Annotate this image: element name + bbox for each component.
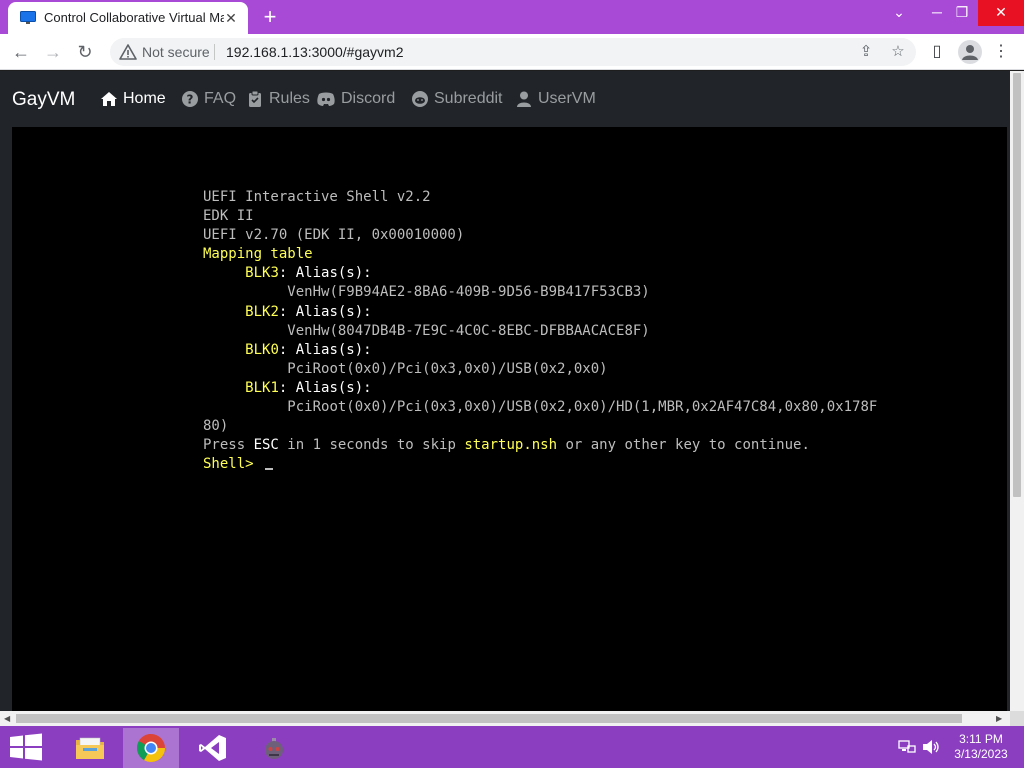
warning-icon[interactable]: [119, 43, 137, 61]
robot-app-icon: [265, 738, 283, 759]
press-text: Press: [203, 437, 254, 454]
clipboard-icon: [249, 90, 261, 107]
omnibox-divider: [214, 44, 215, 60]
nav-uservm-label: UserVM: [538, 90, 596, 107]
share-icon[interactable]: ⇪: [857, 43, 875, 61]
taskbar-file-explorer[interactable]: [62, 728, 118, 768]
mapping-table-heading: Mapping table: [203, 246, 313, 263]
nav-faq-label: FAQ: [204, 90, 237, 107]
browser-tab[interactable]: Control Collaborative Virtual Machine ✕: [8, 2, 248, 34]
horizontal-scroll-thumb[interactable]: [16, 714, 962, 723]
nav-home[interactable]: Home: [100, 90, 166, 108]
terminal-line: UEFI Interactive Shell v2.2: [203, 189, 431, 205]
volume-icon[interactable]: [922, 739, 940, 755]
restore-icon[interactable]: ❐: [945, 0, 979, 26]
question-circle-icon: ?: [182, 91, 198, 107]
device-name: BLK0: [245, 341, 279, 358]
device-path-wrap: 80): [203, 418, 229, 435]
nav-discord-label: Discord: [341, 90, 396, 107]
brand-logo[interactable]: GayVM: [12, 89, 75, 111]
taskbar-chrome[interactable]: [123, 728, 179, 768]
tab-title: Control Collaborative Virtual Machine: [44, 10, 224, 25]
device-name: BLK2: [245, 303, 279, 320]
alias-label: : Alias(s):: [278, 265, 372, 282]
url-text[interactable]: 192.168.1.13:3000/#gayvm2: [226, 44, 403, 60]
nav-rules-label: Rules: [269, 90, 310, 107]
browser-toolbar: ← → ↻ Not secure 192.168.1.13:3000/#gayv…: [0, 34, 1024, 70]
taskbar-app-robot[interactable]: [246, 728, 302, 768]
windows-taskbar: 3:11 PM 3/13/2023: [0, 726, 1024, 768]
side-panel-icon[interactable]: ▯: [926, 41, 948, 63]
nav-faq[interactable]: ? FAQ: [181, 90, 236, 108]
home-icon: [101, 92, 117, 106]
terminal-line: UEFI v2.70 (EDK II, 0x00010000): [203, 227, 465, 244]
browser-tab-strip: Control Collaborative Virtual Machine ✕ …: [0, 0, 1024, 34]
alias-label: : Alias(s):: [278, 341, 372, 358]
device-path: PciRoot(0x0)/Pci(0x3,0x0)/USB(0x2,0x0)/H…: [287, 399, 878, 416]
nav-rules[interactable]: Rules: [246, 90, 310, 108]
device-path: VenHw(8047DB4B-7E9C-4C0C-8EBC-DFBBAACACE…: [287, 322, 650, 339]
page-content: GayVM Home ? FAQ Rules Discord Subreddit…: [0, 71, 1010, 711]
chrome-icon: [137, 734, 165, 762]
close-window-icon[interactable]: ✕: [978, 0, 1024, 26]
alias-label: : Alias(s):: [278, 379, 372, 396]
back-icon[interactable]: ←: [10, 41, 32, 63]
countdown-text: in 1 seconds to skip: [278, 437, 465, 454]
scrollbar-corner: [1010, 711, 1024, 726]
uefi-terminal: UEFI Interactive Shell v2.2 EDK II UEFI …: [203, 188, 877, 474]
continue-text: or any other key to continue.: [557, 437, 810, 454]
visual-studio-icon: [199, 735, 226, 761]
terminal-line: EDK II: [203, 208, 254, 225]
reload-icon[interactable]: ↻: [74, 41, 96, 63]
device-name: BLK1: [245, 379, 279, 396]
address-bar[interactable]: Not secure 192.168.1.13:3000/#gayvm2 ⇪ ☆: [110, 38, 916, 66]
menu-kebab-icon[interactable]: ⋮: [990, 41, 1012, 63]
clock-date: 3/13/2023: [954, 747, 1008, 761]
vm-screen[interactable]: UEFI Interactive Shell v2.2 EDK II UEFI …: [12, 127, 1007, 711]
nav-home-label: Home: [123, 90, 166, 107]
bookmark-star-icon[interactable]: ☆: [889, 43, 907, 61]
text-cursor: [265, 468, 274, 471]
monitor-icon: [20, 11, 36, 24]
device-path: PciRoot(0x0)/Pci(0x3,0x0)/USB(0x2,0x0): [287, 360, 608, 377]
folder-icon: [76, 737, 104, 759]
tab-search-icon[interactable]: ⌄: [882, 0, 916, 26]
system-clock[interactable]: 3:11 PM 3/13/2023: [948, 732, 1014, 762]
network-icon[interactable]: [898, 739, 916, 755]
reddit-icon: [412, 91, 428, 107]
new-tab-button[interactable]: +: [258, 5, 282, 29]
svg-text:?: ?: [187, 93, 194, 107]
esc-key: ESC: [253, 437, 279, 454]
nav-subreddit-label: Subreddit: [434, 90, 503, 107]
security-label[interactable]: Not secure: [142, 44, 210, 60]
discord-icon: [317, 92, 335, 106]
taskbar-visual-studio[interactable]: [185, 728, 241, 768]
forward-icon[interactable]: →: [42, 41, 64, 63]
clock-time: 3:11 PM: [959, 732, 1003, 746]
site-navbar: GayVM Home ? FAQ Rules Discord Subreddit…: [0, 71, 1010, 127]
device-path: VenHw(F9B94AE2-8BA6-409B-9D56-B9B417F53C…: [287, 284, 650, 301]
alias-label: : Alias(s):: [278, 303, 372, 320]
device-name: BLK3: [245, 265, 279, 282]
nav-subreddit[interactable]: Subreddit: [411, 90, 503, 108]
vertical-scroll-thumb[interactable]: [1013, 73, 1021, 497]
user-icon: [517, 91, 531, 107]
nav-uservm[interactable]: UserVM: [515, 90, 596, 108]
nav-discord[interactable]: Discord: [316, 90, 395, 108]
profile-avatar-icon[interactable]: [958, 40, 982, 64]
shell-prompt: Shell>: [203, 456, 263, 473]
scroll-right-arrow-icon[interactable]: ▶: [996, 714, 1002, 723]
tab-close-icon[interactable]: ✕: [222, 9, 240, 27]
scroll-left-arrow-icon[interactable]: ◀: [4, 714, 10, 723]
startup-script-name: startup.nsh: [464, 437, 558, 454]
vertical-scrollbar[interactable]: [1010, 71, 1024, 711]
windows-start-icon[interactable]: [8, 733, 44, 761]
horizontal-scrollbar[interactable]: ◀ ▶: [0, 711, 1010, 726]
